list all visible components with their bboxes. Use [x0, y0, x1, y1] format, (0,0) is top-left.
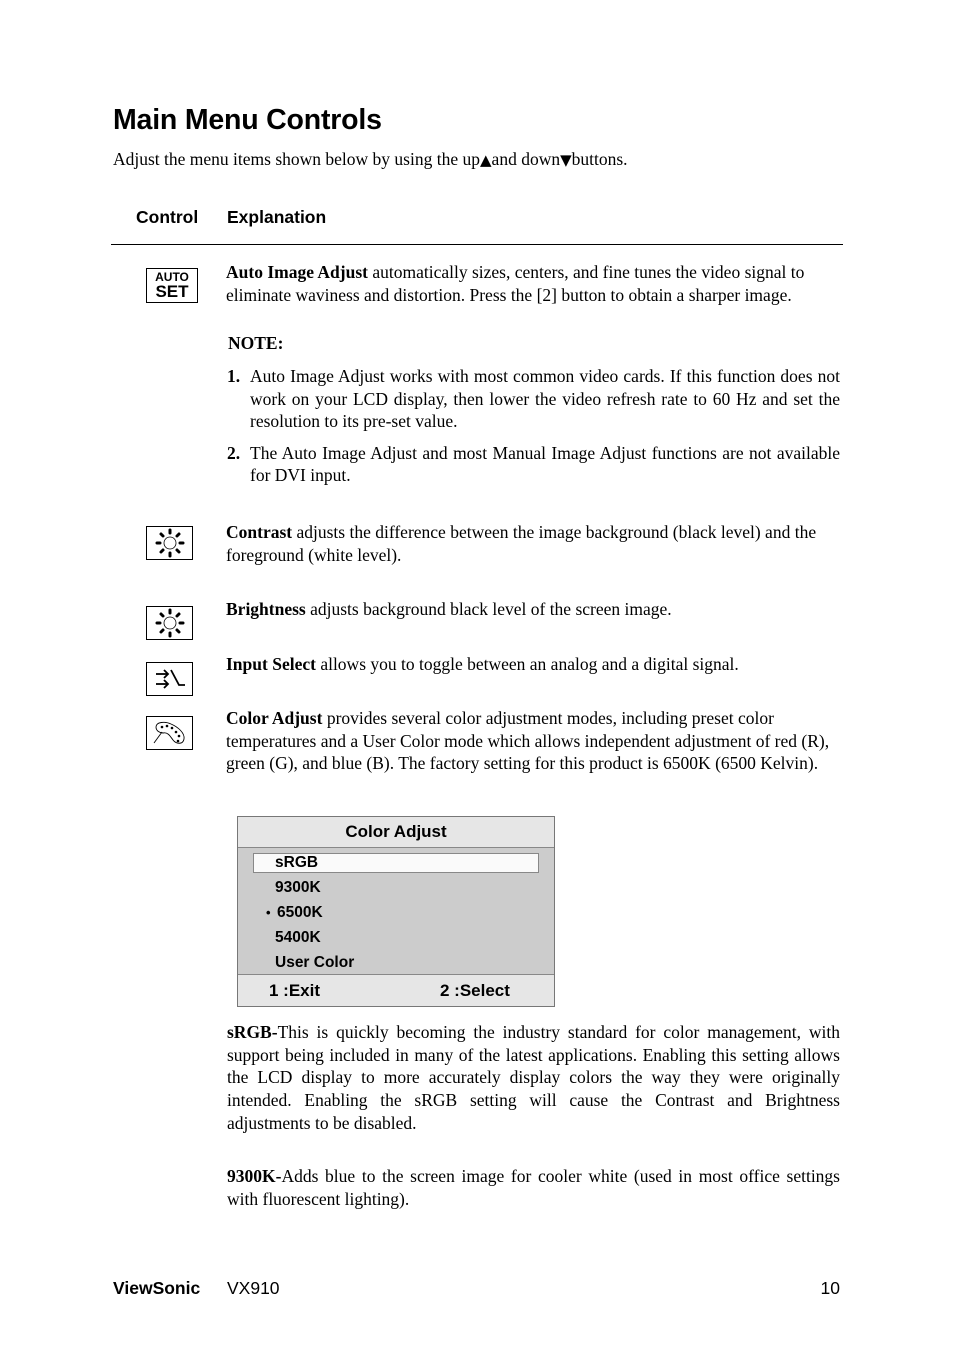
header-divider: [111, 244, 843, 245]
osd-title: Color Adjust: [238, 817, 554, 848]
contrast-text: adjusts the difference between the image…: [226, 522, 817, 565]
note-item: 1. Auto Image Adjust works with most com…: [227, 365, 840, 433]
osd-option-6500k[interactable]: 6500K: [277, 904, 323, 922]
input-select-term: Input Select: [226, 654, 316, 674]
note-text: Auto Image Adjust works with most common…: [250, 366, 840, 431]
footer-brand: ViewSonic: [113, 1278, 201, 1298]
column-header-explanation: Explanation: [227, 207, 327, 227]
note-item: 2. The Auto Image Adjust and most Manual…: [227, 442, 840, 487]
color-palette-glyph: [153, 721, 184, 744]
current-setting-bullet-icon: •: [266, 905, 271, 920]
auto-image-adjust-description: Auto Image Adjust automatically sizes, c…: [226, 261, 840, 306]
input-select-icon: [146, 662, 193, 696]
srgb-text: This is quickly becoming the industry st…: [227, 1022, 840, 1133]
input-select-text: allows you to toggle between an analog a…: [315, 654, 739, 674]
osd-option-5400k[interactable]: 5400K: [275, 929, 321, 947]
brightness-sun-icon: [146, 606, 193, 640]
color-palette-icon: [146, 716, 193, 750]
intro-text: Adjust the menu items shown below by usi…: [113, 149, 628, 170]
color-adjust-term: Color Adjust: [226, 708, 323, 728]
contrast-term: Contrast: [226, 522, 293, 542]
intro-before: Adjust the menu items shown below by usi…: [113, 149, 480, 169]
srgb-description: sRGB-This is quickly becoming the indust…: [227, 1021, 840, 1135]
intro-after: buttons.: [571, 149, 628, 169]
note-number: 2.: [227, 442, 241, 463]
9300k-term: 9300K-: [227, 1166, 282, 1186]
up-arrow-icon: ▲: [480, 151, 492, 169]
osd-option-srgb[interactable]: sRGB: [253, 853, 539, 873]
input-select-description: Input Select allows you to toggle betwee…: [226, 653, 840, 676]
osd-exit-hint: 1 :Exit: [269, 981, 321, 1000]
brightness-term: Brightness: [226, 599, 306, 619]
contrast-description: Contrast adjusts the difference between …: [226, 521, 840, 566]
color-adjust-description: Color Adjust provides several color adju…: [226, 707, 840, 775]
9300k-description: 9300K-Adds blue to the screen image for …: [227, 1165, 840, 1210]
note-text: The Auto Image Adjust and most Manual Im…: [250, 442, 840, 486]
osd-option-9300k[interactable]: 9300K: [275, 879, 321, 897]
column-header-control: Control: [136, 207, 199, 227]
srgb-term: sRGB-: [227, 1022, 278, 1042]
9300k-text: Adds blue to the screen image for cooler…: [227, 1166, 840, 1209]
brightness-text: adjusts background black level of the sc…: [305, 599, 672, 619]
brightness-description: Brightness adjusts background black leve…: [226, 598, 840, 621]
input-select-glyph: [155, 669, 185, 689]
page-title: Main Menu Controls: [113, 104, 382, 136]
note-list: 1. Auto Image Adjust works with most com…: [227, 365, 840, 487]
contrast-sun-glyph: [155, 528, 184, 558]
intro-middle: and down: [491, 149, 561, 169]
color-adjust-osd: Color Adjust sRGB 9300K • 6500K 5400K Us…: [237, 816, 555, 1007]
osd-option-user-color[interactable]: User Color: [275, 954, 354, 972]
auto-set-icon: AUTO SET: [146, 268, 198, 303]
auto-image-adjust-term: Auto Image Adjust: [226, 262, 368, 282]
note-label: NOTE:: [228, 333, 284, 353]
page-number: 10: [820, 1278, 840, 1298]
down-arrow-icon: ▼: [560, 151, 572, 169]
note-number: 1.: [227, 366, 241, 386]
osd-select-hint: 2 :Select: [440, 981, 510, 1000]
contrast-sun-icon: [146, 526, 193, 560]
footer-model: VX910: [227, 1278, 280, 1298]
brightness-sun-glyph: [155, 608, 184, 638]
osd-footer: 1 :Exit 2 :Select: [238, 974, 554, 1006]
osd-option-list: sRGB 9300K • 6500K 5400K User Color: [238, 848, 554, 976]
auto-set-icon-line2: SET: [155, 282, 189, 301]
